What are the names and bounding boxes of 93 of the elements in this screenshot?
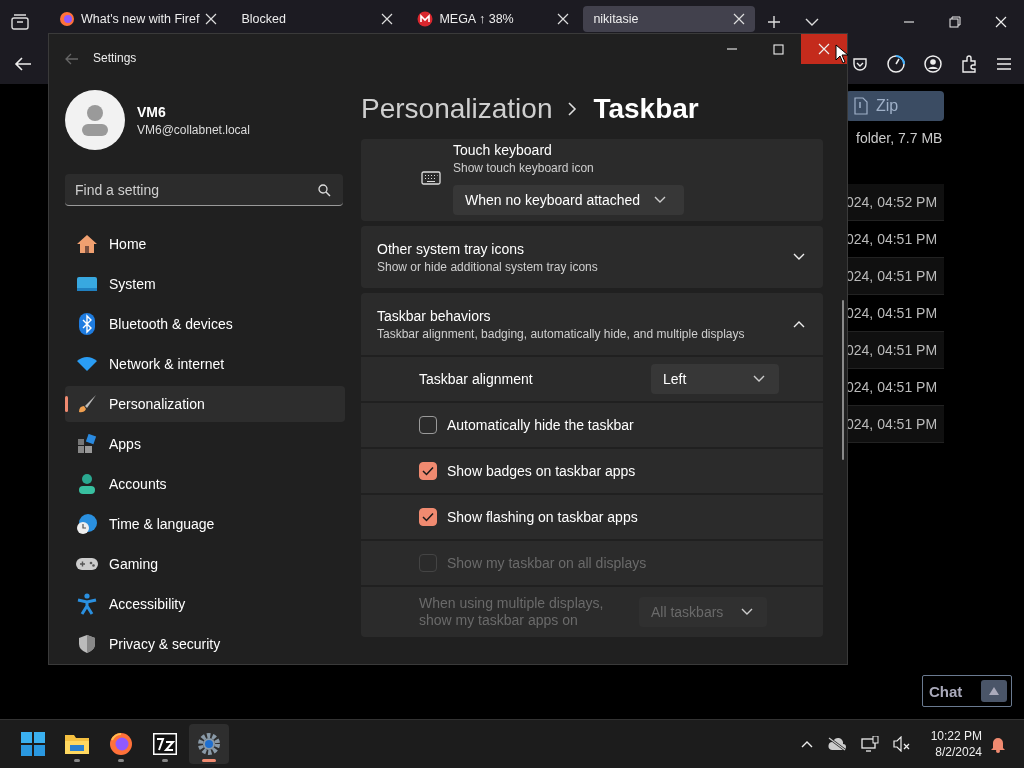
- chevron-down-icon[interactable]: [805, 17, 820, 27]
- chevron-down-icon[interactable]: [793, 253, 805, 261]
- checkmark-icon: [422, 466, 434, 476]
- avatar-icon: [65, 90, 125, 150]
- chevron-right-icon: [568, 102, 578, 116]
- tab-title: Blocked: [241, 12, 287, 26]
- nav-item[interactable]: Network & internet: [65, 346, 345, 382]
- close-icon[interactable]: [381, 13, 394, 25]
- nav-item[interactable]: Bluetooth & devices: [65, 306, 345, 342]
- chat-label: Chat: [929, 682, 963, 700]
- browser-tab[interactable]: Blocked: [231, 6, 404, 32]
- close-icon[interactable]: [801, 34, 847, 64]
- search-icon[interactable]: [318, 184, 331, 197]
- checkbox[interactable]: [419, 416, 437, 434]
- browser-tab[interactable]: nikitasie: [583, 6, 756, 32]
- tab-title: nikitasie: [593, 12, 640, 26]
- nav-item[interactable]: Gaming: [65, 546, 345, 582]
- clock[interactable]: 10:22 PM 8/2/2024: [930, 728, 982, 760]
- checkbox[interactable]: [419, 508, 437, 526]
- nav-item[interactable]: Apps: [65, 426, 345, 462]
- checkbox-label: Show flashing on taskbar apps: [447, 509, 639, 525]
- setting-label: Taskbar alignment: [419, 371, 534, 387]
- accessibility-figure-icon: [75, 593, 99, 615]
- settings-card[interactable]: Other system tray icons Show or hide additional system tray icons: [361, 226, 823, 288]
- gear-icon: [197, 732, 221, 756]
- setting-title: Taskbar behaviors: [377, 307, 492, 324]
- window-title: Settings: [93, 51, 137, 65]
- nav-item[interactable]: System: [65, 266, 345, 302]
- mouse-cursor-icon: [835, 44, 849, 64]
- m-logo-icon: [417, 11, 434, 27]
- bell-icon[interactable]: [990, 735, 1006, 753]
- checkbox[interactable]: [419, 462, 437, 480]
- setting-description: Taskbar alignment, badging, automatically hide, and multiple displays: [377, 326, 745, 341]
- chevron-down-icon: [753, 375, 765, 383]
- checkmark-icon: [422, 512, 434, 522]
- browser-tab[interactable]: What's new with Firef: [49, 6, 228, 32]
- house-icon: [75, 233, 99, 255]
- archive-7z-icon: [153, 733, 177, 755]
- tab-title: What's new with Firef: [81, 12, 200, 26]
- nav-item[interactable]: Personalization: [65, 386, 345, 422]
- file-summary: folder, 7.7 MB: [855, 130, 944, 146]
- browser-tab[interactable]: MEGA ↑ 38%: [407, 6, 580, 32]
- start-windows-icon: [21, 732, 45, 756]
- cloud-off-icon[interactable]: [826, 737, 847, 751]
- pocket-icon[interactable]: [852, 56, 868, 72]
- nav-item[interactable]: Accounts: [65, 466, 345, 502]
- dropdown[interactable]: When no keyboard attached: [453, 184, 685, 215]
- chevron-up-icon[interactable]: [800, 740, 813, 748]
- browser-logo-icon: [59, 11, 75, 27]
- dropdown[interactable]: Left: [651, 364, 779, 394]
- tab-title: MEGA ↑ 38%: [439, 12, 515, 26]
- tab-list-icon[interactable]: [11, 14, 29, 30]
- nav-item[interactable]: Privacy & security: [65, 626, 345, 662]
- caret-up-icon[interactable]: [981, 680, 1007, 702]
- zip-button[interactable]: Zip: [846, 91, 944, 121]
- checkbox-label: Show badges on taskbar apps: [447, 463, 637, 479]
- chat-widget[interactable]: Chat: [922, 675, 1012, 707]
- settings-card[interactable]: [361, 293, 823, 637]
- page-title: Taskbar: [593, 93, 699, 125]
- nav-item[interactable]: Accessibility: [65, 586, 345, 622]
- chevron-up-icon[interactable]: [793, 320, 805, 328]
- checkbox-label: Automatically hide the taskbar: [447, 417, 635, 433]
- setting-title: Touch keyboard: [453, 141, 553, 158]
- network-monitor-icon[interactable]: [860, 736, 879, 752]
- user-email: VM6@collabnet.local: [137, 122, 250, 137]
- setting-description: Show or hide additional system tray icons: [377, 259, 598, 274]
- folder-icon: [64, 733, 90, 755]
- search-field[interactable]: Find a setting: [65, 174, 343, 206]
- close-icon[interactable]: [733, 13, 746, 25]
- globe-clock-icon: [75, 513, 99, 535]
- nav-item[interactable]: Time & language: [65, 506, 345, 542]
- checkbox-label: Show my taskbar on all displays: [447, 555, 648, 571]
- puzzle-piece-icon[interactable]: [960, 55, 978, 73]
- chevron-down-icon: [654, 195, 667, 204]
- download-progress-icon[interactable]: [886, 54, 906, 74]
- account-icon[interactable]: [924, 55, 942, 73]
- breadcrumb-parent[interactable]: Personalization: [361, 93, 553, 125]
- new-tab-icon[interactable]: [767, 15, 782, 29]
- nav-item[interactable]: Home: [65, 226, 345, 262]
- close-icon[interactable]: [205, 13, 218, 25]
- user-name: VM6: [137, 103, 167, 120]
- apps-grid-icon: [75, 433, 99, 455]
- setting-title: Other system tray icons: [377, 240, 526, 257]
- scrollbar-thumb[interactable]: [842, 300, 844, 460]
- zip-file-icon: [854, 97, 868, 115]
- fox-globe-icon: [109, 732, 133, 756]
- close-icon[interactable]: [557, 13, 570, 25]
- setting-description: Show touch keyboard icon: [453, 160, 595, 175]
- chevron-down-icon: [741, 608, 753, 616]
- menu-icon[interactable]: [996, 57, 1012, 71]
- speaker-muted-icon[interactable]: [892, 736, 911, 752]
- keyboard-icon: [421, 171, 441, 185]
- setting-label: When using multiple displays, show my taskbar apps on: [419, 595, 605, 629]
